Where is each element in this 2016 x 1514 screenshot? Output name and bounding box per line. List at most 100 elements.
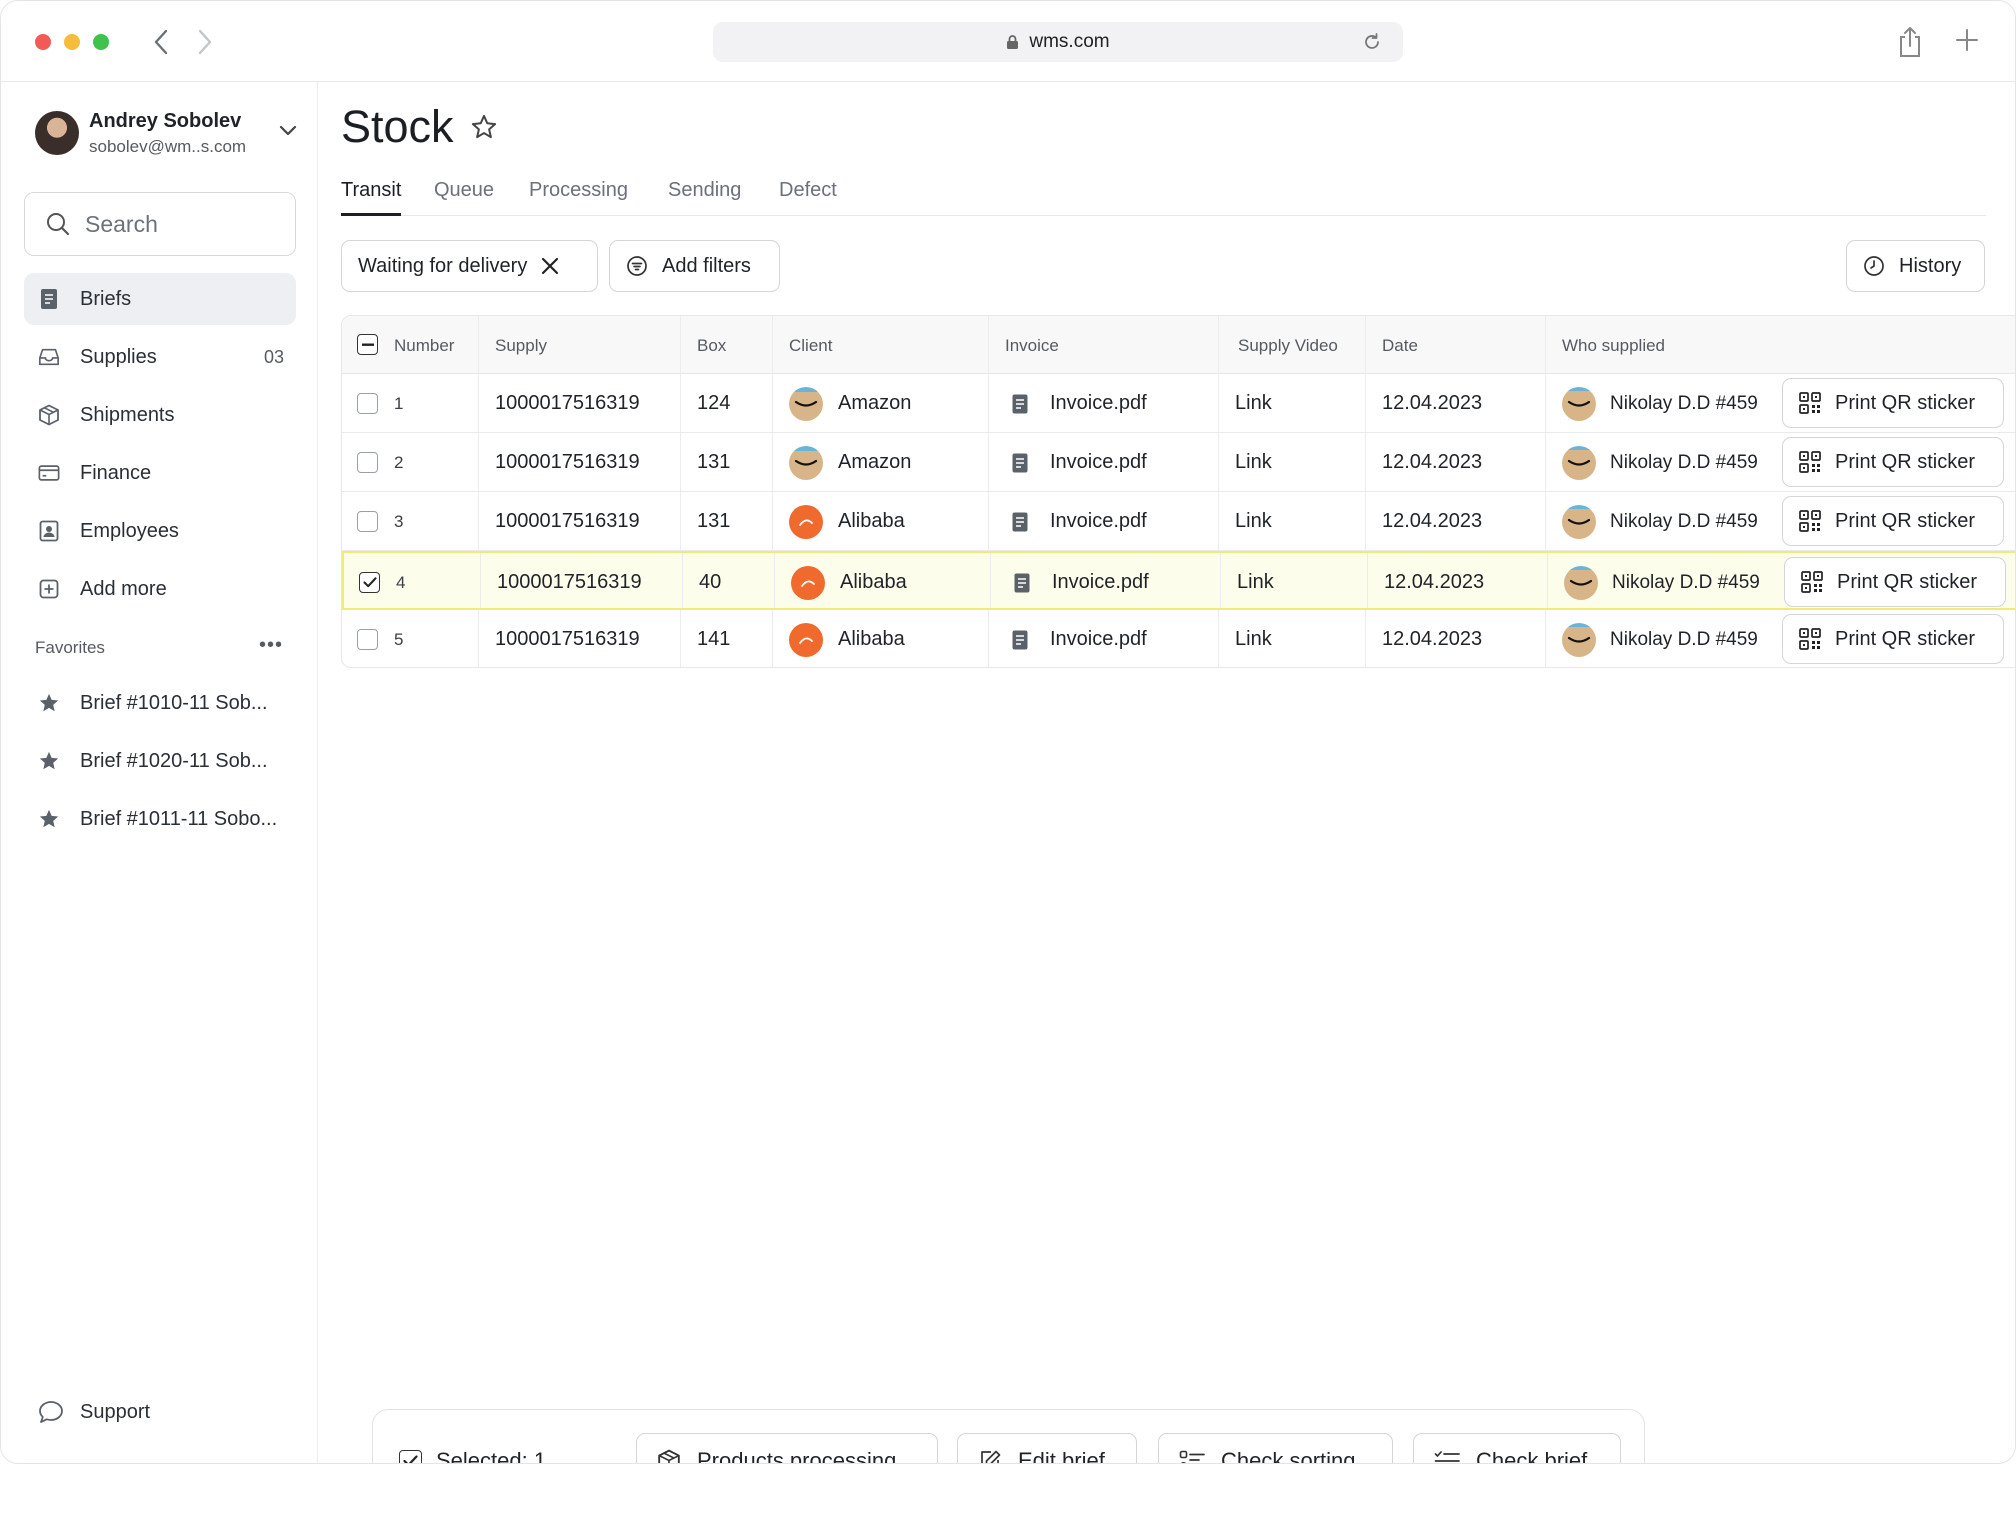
sidebar-item-employees[interactable]: Employees — [24, 505, 296, 557]
print-qr-sticker-button[interactable]: Print QR sticker — [1782, 496, 2004, 546]
sidebar-item-briefs[interactable]: Briefs — [24, 273, 296, 325]
table-row[interactable]: 1 1000017516319 124 Amazon Invoice.pdf L… — [342, 374, 2015, 433]
document-icon — [1012, 394, 1028, 414]
cell-invoice[interactable]: Invoice.pdf — [1014, 553, 1149, 612]
table-row[interactable]: 5 1000017516319 141 Alibaba Invoice.pdf … — [342, 610, 2015, 667]
check-sorting-button[interactable]: Check sorting — [1158, 1433, 1393, 1463]
sidebar-item-finance[interactable]: Finance — [24, 447, 296, 499]
print-qr-sticker-button[interactable]: Print QR sticker — [1782, 378, 2004, 428]
supply-video-link[interactable]: Link — [1237, 553, 1274, 612]
table-row[interactable]: 3 1000017516319 131 Alibaba Invoice.pdf … — [342, 492, 2015, 551]
history-button[interactable]: History — [1846, 240, 1985, 292]
row-checkbox-checked[interactable] — [359, 572, 380, 593]
cell-who-supplied: Nikolay D.D #459 — [1562, 374, 1758, 433]
sidebar-item-label: Shipments — [80, 403, 175, 426]
table-row[interactable]: 2 1000017516319 131 Amazon Invoice.pdf L… — [342, 433, 2015, 492]
column-header-supply[interactable]: Supply — [495, 336, 547, 356]
favorite-item[interactable]: Brief #1020-11 Sob... — [24, 735, 296, 787]
select-all-checkbox[interactable] — [357, 334, 378, 355]
sidebar-item-shipments[interactable]: Shipments — [24, 389, 296, 441]
row-checkbox[interactable] — [357, 393, 378, 414]
invoice-link[interactable]: Invoice.pdf — [1050, 628, 1147, 651]
close-window-button[interactable] — [35, 34, 51, 50]
search-input[interactable]: Search — [24, 192, 296, 256]
invoice-link[interactable]: Invoice.pdf — [1050, 451, 1147, 474]
column-header-who-supplied[interactable]: Who supplied — [1562, 336, 1665, 356]
tab-queue[interactable]: Queue — [434, 179, 494, 216]
user-name: Andrey Sobolev — [89, 109, 242, 132]
cell-invoice[interactable]: Invoice.pdf — [1012, 492, 1147, 551]
table-row[interactable]: 4 1000017516319 40 Alibaba Invoice.pdf L… — [342, 551, 2015, 612]
sidebar-item-supplies[interactable]: Supplies 03 — [24, 331, 296, 383]
add-filters-button[interactable]: Add filters — [609, 240, 780, 292]
new-tab-button[interactable] — [1954, 27, 1980, 58]
sidebar-item-label: Supplies — [80, 345, 157, 368]
column-header-box[interactable]: Box — [697, 336, 726, 356]
support-link[interactable]: Support — [38, 1400, 150, 1424]
cell-invoice[interactable]: Invoice.pdf — [1012, 433, 1147, 492]
invoice-link[interactable]: Invoice.pdf — [1050, 392, 1147, 415]
column-header-date[interactable]: Date — [1382, 336, 1418, 356]
cell-date: 12.04.2023 — [1382, 451, 1483, 473]
close-icon[interactable] — [541, 257, 559, 275]
address-bar[interactable]: wms.com — [713, 22, 1403, 62]
more-dots-icon[interactable]: ••• — [259, 634, 283, 657]
supply-video-link[interactable]: Link — [1235, 433, 1272, 492]
print-qr-sticker-button[interactable]: Print QR sticker — [1784, 557, 2006, 607]
cell-supply: 1000017516319 — [495, 628, 640, 650]
share-button[interactable] — [1896, 25, 1924, 64]
client-name: Alibaba — [838, 628, 905, 650]
row-checkbox[interactable] — [357, 511, 378, 532]
history-label: History — [1899, 254, 1962, 277]
print-qr-sticker-button[interactable]: Print QR sticker — [1782, 614, 2004, 664]
forward-button[interactable] — [191, 25, 219, 59]
tab-transit[interactable]: Transit — [341, 179, 402, 216]
search-placeholder: Search — [85, 210, 158, 237]
user-profile[interactable]: Andrey Sobolev sobolev@wm..s.com — [35, 108, 297, 158]
column-header-client[interactable]: Client — [789, 336, 832, 356]
star-outline-icon[interactable] — [470, 113, 498, 141]
supply-video-link[interactable]: Link — [1235, 492, 1272, 551]
supplies-count-badge: 03 — [263, 346, 284, 367]
edit-brief-button[interactable]: Edit brief — [957, 1433, 1137, 1463]
add-filters-label: Add filters — [662, 254, 751, 277]
check-brief-button[interactable]: Check brief — [1413, 1433, 1621, 1463]
supply-video-link[interactable]: Link — [1235, 374, 1272, 433]
tab-sending[interactable]: Sending — [668, 179, 741, 216]
back-button[interactable] — [147, 25, 175, 59]
row-checkbox[interactable] — [357, 452, 378, 473]
maximize-window-button[interactable] — [93, 34, 109, 50]
cell-invoice[interactable]: Invoice.pdf — [1012, 374, 1147, 433]
invoice-link[interactable]: Invoice.pdf — [1052, 571, 1149, 594]
supplier-avatar — [1562, 445, 1596, 480]
favorite-item[interactable]: Brief #1010-11 Sob... — [24, 677, 296, 729]
cell-who-supplied: Nikolay D.D #459 — [1562, 610, 1758, 667]
cell-supply: 1000017516319 — [497, 571, 642, 593]
supply-video-link[interactable]: Link — [1235, 610, 1272, 667]
checkbox-checked-icon[interactable] — [399, 1449, 422, 1463]
tab-processing[interactable]: Processing — [529, 179, 628, 216]
filter-icon — [626, 255, 648, 277]
active-filter-chip[interactable]: Waiting for delivery — [341, 240, 598, 292]
print-qr-sticker-button[interactable]: Print QR sticker — [1782, 437, 2004, 487]
reload-icon[interactable] — [1361, 31, 1383, 59]
sidebar-item-add-more[interactable]: Add more — [24, 563, 296, 615]
chevron-down-icon[interactable] — [279, 124, 297, 142]
row-checkbox[interactable] — [357, 629, 378, 650]
cell-invoice[interactable]: Invoice.pdf — [1012, 610, 1147, 667]
cell-box: 131 — [697, 510, 731, 532]
invoice-link[interactable]: Invoice.pdf — [1050, 510, 1147, 533]
column-header-supply-video[interactable]: Supply Video — [1238, 336, 1338, 356]
supplier-avatar — [1562, 622, 1596, 657]
column-header-number[interactable]: Number — [394, 336, 454, 356]
tab-defect[interactable]: Defect — [779, 179, 837, 216]
column-header-invoice[interactable]: Invoice — [1005, 336, 1059, 356]
supplier-name: Nikolay D.D #459 — [1610, 510, 1758, 532]
box-icon — [657, 1449, 681, 1463]
cell-number: 3 — [394, 511, 404, 531]
minimize-window-button[interactable] — [64, 34, 80, 50]
cell-number: 1 — [394, 393, 404, 413]
favorite-item[interactable]: Brief #1011-11 Sobo... — [24, 793, 296, 845]
products-processing-button[interactable]: Products processing — [636, 1433, 938, 1463]
selection-count[interactable]: Selected: 1 — [399, 1448, 546, 1463]
